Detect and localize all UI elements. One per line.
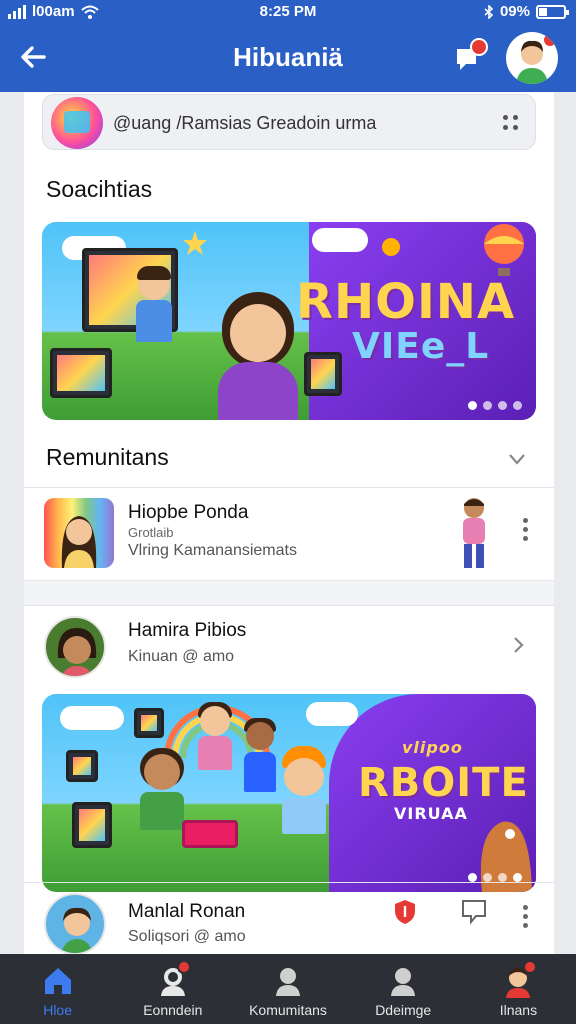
girl-avatar-icon [61, 516, 97, 568]
battery-percent: 09% [499, 3, 530, 20]
more-options-button[interactable] [520, 905, 530, 929]
app-bar: Hibuaniä [0, 26, 576, 92]
bookmark-icon[interactable] [460, 899, 488, 925]
feed-card: @uang /Ramsias Greadoin urma Soacihtias … [24, 92, 554, 954]
nav-label: Hloe [43, 1002, 72, 1018]
child-illustration [130, 266, 180, 378]
nav-label: Komumitans [249, 1002, 327, 1018]
section-title-featured: Soacihtias [46, 176, 153, 202]
child-figure-icon [463, 498, 485, 568]
featured-banner-2[interactable]: vlipoo RBOITE VIRUAA [42, 694, 536, 892]
nav-communities[interactable]: Komumitans [230, 954, 345, 1024]
boy-avatar-icon [61, 907, 93, 953]
cloud-decoration [312, 228, 368, 252]
nav-account[interactable]: Ilnans [461, 954, 576, 1024]
item-subtitle: Kinuan @ amo [128, 648, 235, 665]
item-meta: Grotlaib [128, 525, 174, 540]
section-gap [24, 581, 554, 605]
child-illustration [190, 702, 240, 782]
app-logo-icon [51, 97, 103, 149]
notifications-button[interactable] [450, 38, 490, 78]
search-bar[interactable]: @uang /Ramsias Greadoin urma [42, 94, 536, 150]
status-bar: l00am 8:25 PM 09% [0, 0, 576, 26]
banner-brand-tagline: vlipoo [402, 738, 463, 757]
user-avatar [44, 616, 106, 678]
hot-air-balloon-icon [484, 224, 524, 276]
item-subtitle: Soliqsori @ amo [128, 928, 246, 945]
search-text: @uang /Ramsias Greadoin urma [113, 113, 377, 133]
list-item[interactable]: Manlal Ronan Soliqsori @ amo [24, 883, 554, 954]
nav-label: Eonndein [143, 1002, 203, 1018]
cloud-decoration [306, 702, 358, 726]
banner-brand-title: RHOINA [296, 274, 516, 330]
shield-icon[interactable] [394, 899, 416, 925]
profile-avatar-button[interactable] [506, 32, 558, 84]
grid-dots-icon[interactable] [503, 115, 519, 131]
phone-illustration [304, 352, 342, 396]
carousel-indicator[interactable] [468, 401, 522, 410]
battery-group: 09% [484, 3, 569, 20]
nav-profile[interactable]: Ddeimge [346, 954, 461, 1024]
banner-brand-subtitle: VIEe_L [352, 326, 490, 367]
notification-badge [470, 38, 488, 56]
picture-frame-illustration [66, 750, 98, 782]
bluetooth-icon [484, 4, 494, 19]
profile-icon [391, 968, 416, 996]
banner-brand-subtitle: VIRUAA [394, 804, 468, 823]
item-title: Hiopbe Ponda [128, 502, 249, 523]
tablet-illustration [50, 348, 112, 398]
item-title: Hamira Pibios [128, 620, 247, 641]
person-icon [276, 968, 300, 996]
list-item[interactable]: Hamira Pibios Kinuan @ amo [24, 606, 554, 690]
nav-home[interactable]: Hloe [0, 954, 115, 1024]
item-title: Manlal Ronan [128, 901, 246, 922]
chevron-right-icon[interactable] [512, 636, 524, 654]
community-thumbnail [44, 498, 114, 568]
app-header: l00am 8:25 PM 09% Hibuaniä [0, 0, 576, 92]
battery-icon [536, 4, 569, 19]
nav-community[interactable]: Eonndein [115, 954, 230, 1024]
girl-avatar-icon [57, 628, 97, 676]
nav-badge [523, 960, 538, 974]
item-subtitle: Vlring Kamanansiemats [128, 542, 297, 559]
more-options-button[interactable] [520, 518, 530, 542]
home-icon [44, 968, 71, 994]
star-icon [183, 231, 207, 255]
child-illustration [274, 746, 334, 856]
bottom-navigation: Hloe Eonndein Komumitans Ddeimge Ilnans [0, 954, 576, 1024]
section-title-communities: Remunitans [46, 444, 169, 470]
profile-badge [542, 32, 558, 48]
user-avatar [44, 893, 106, 954]
tablet-illustration [72, 802, 112, 848]
toy-box-illustration [182, 820, 238, 848]
nav-label: Ilnans [499, 1002, 538, 1018]
sun-icon [382, 238, 400, 256]
list-item[interactable]: Hiopbe Ponda Grotlaib Vlring Kamanansiem… [24, 488, 554, 580]
carousel-indicator[interactable] [468, 873, 522, 882]
chevron-down-icon[interactable] [508, 452, 526, 466]
picture-frame-illustration [134, 708, 164, 738]
nav-label: Ddeimge [375, 1002, 432, 1018]
cloud-decoration [60, 706, 124, 730]
featured-banner-1[interactable]: RHOINA VIEe_L [42, 222, 536, 420]
